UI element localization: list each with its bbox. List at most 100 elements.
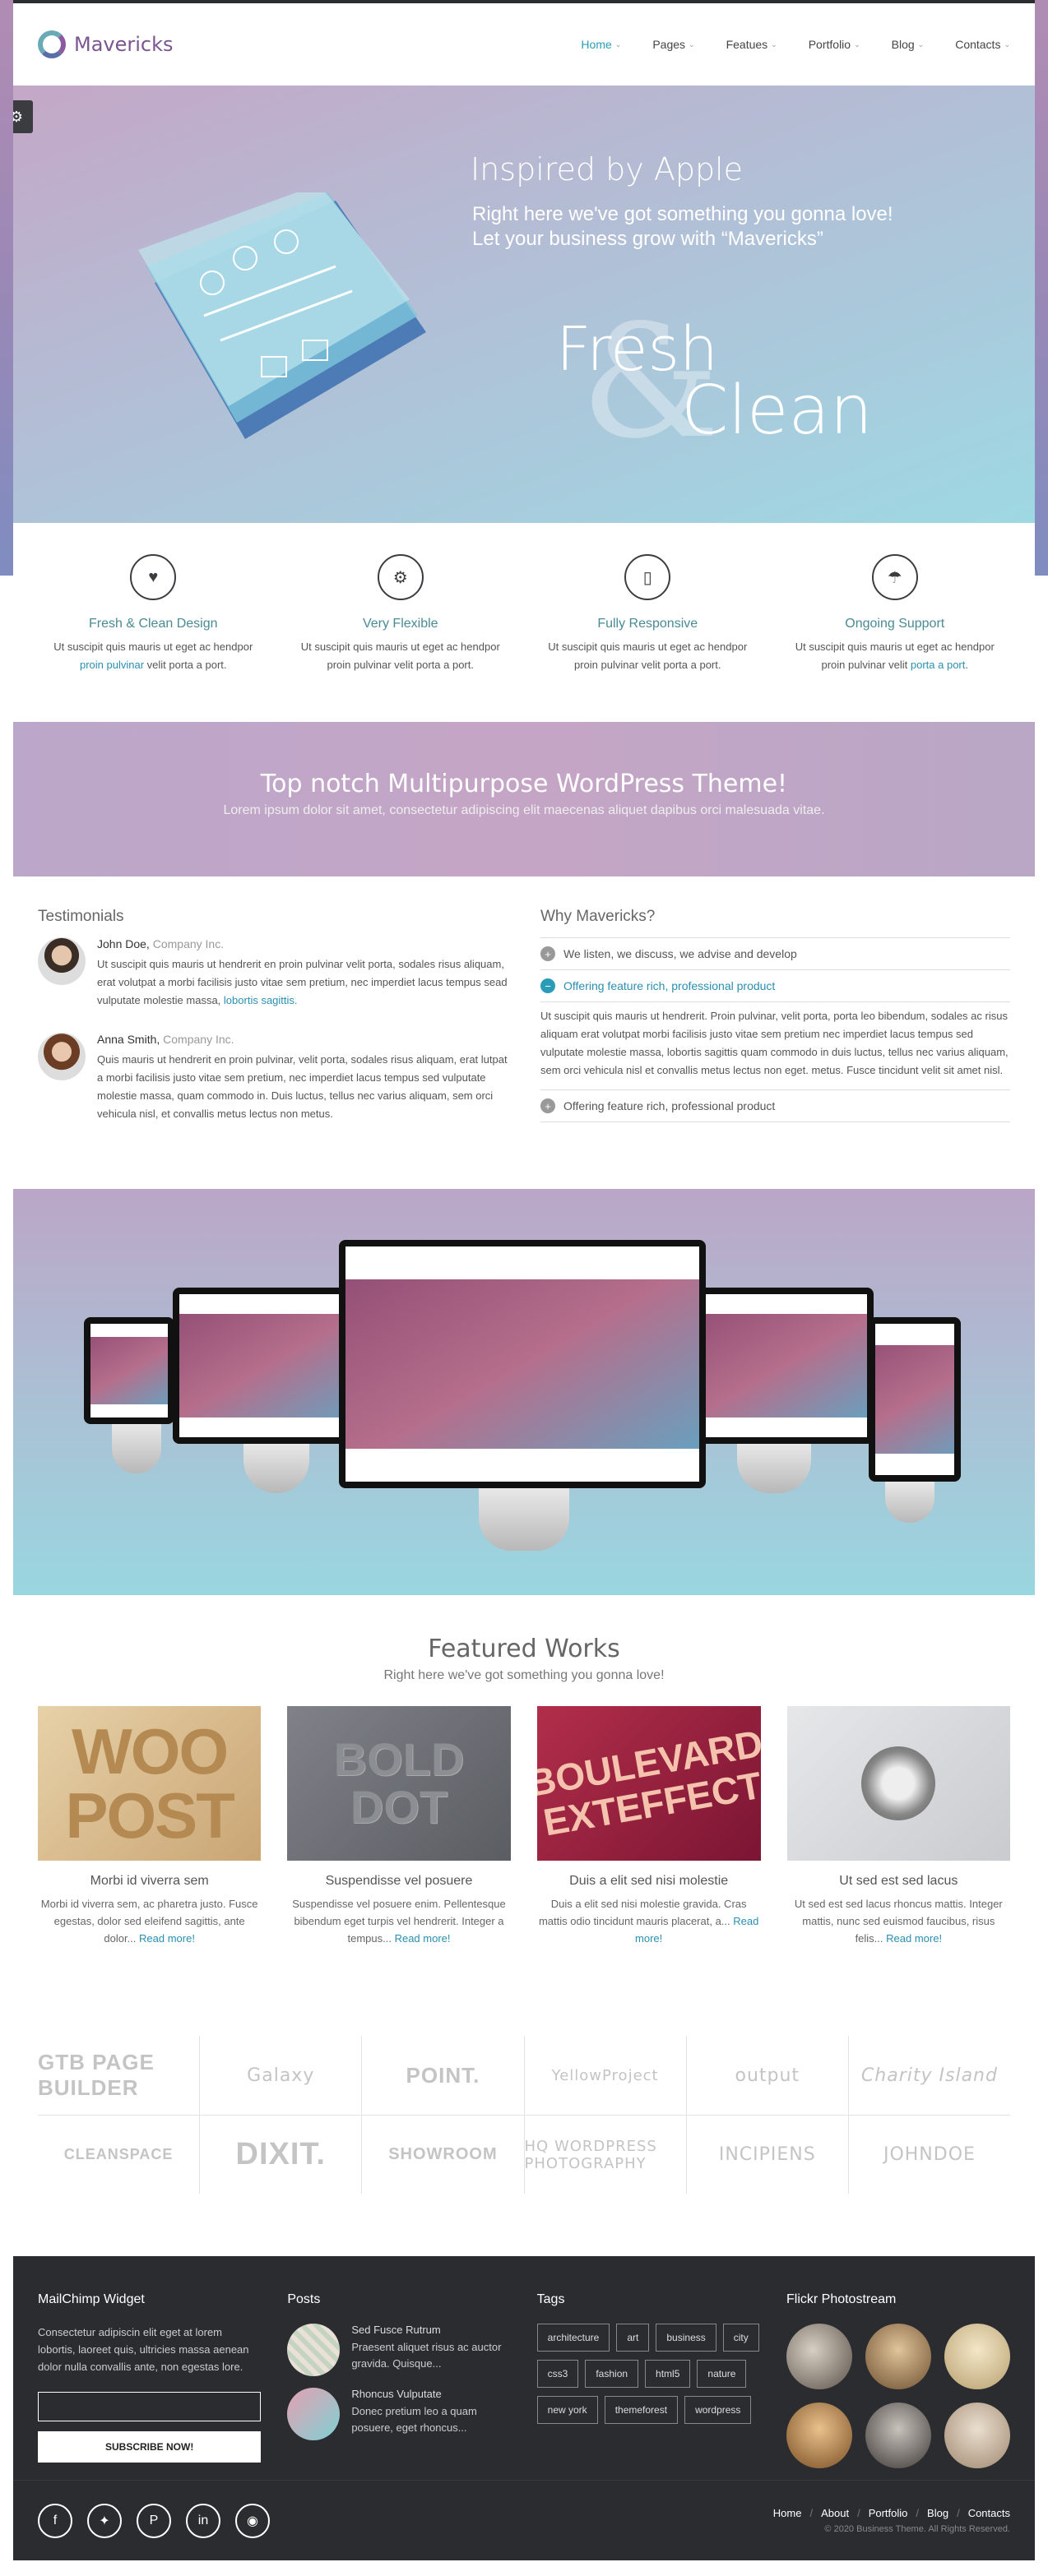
footer-nav: Home / About / Portfolio / Blog / Contacts	[773, 2507, 1010, 2519]
client-logo[interactable]: GTB PAGE BUILDER	[38, 2036, 199, 2115]
nav-item-contacts[interactable]: Contacts ⌄	[955, 38, 1010, 51]
post-title[interactable]: Rhoncus Vulputate	[351, 2388, 510, 2400]
accordion-item[interactable]: + We listen, we discuss, we advise and de…	[540, 937, 1010, 969]
screen-header	[179, 1294, 355, 1315]
device-monitor-main	[339, 1240, 706, 1488]
client-logo[interactable]: Charity Island	[847, 2036, 1010, 2115]
feature-link[interactable]: porta a port	[911, 659, 966, 671]
subscribe-button[interactable]: SUBSCRIBE NOW!	[38, 2431, 262, 2463]
flickr-photo[interactable]	[865, 2403, 931, 2468]
logo[interactable]: Mavericks	[38, 30, 174, 58]
post-title[interactable]: Sed Fusce Rutrum	[351, 2324, 510, 2336]
device-monitor	[869, 1317, 961, 1482]
tag[interactable]: html5	[645, 2360, 691, 2388]
linkedin-icon[interactable]: in	[186, 2503, 220, 2538]
why-mavericks: Why Mavericks? + We listen, we discuss, w…	[540, 908, 1010, 1189]
flickr-photo[interactable]	[865, 2324, 931, 2389]
accordion-item-open[interactable]: − Offering feature rich, professional pro…	[540, 969, 1010, 1001]
work-thumbnail[interactable]	[786, 1706, 1010, 1861]
post-thumbnail	[287, 2324, 341, 2376]
tag[interactable]: city	[722, 2324, 759, 2352]
widget-title: Tags	[536, 2292, 565, 2306]
footer-link-about[interactable]: About	[821, 2507, 849, 2519]
tag[interactable]: fashion	[585, 2360, 639, 2388]
flickr-icon[interactable]: ◉	[235, 2503, 270, 2538]
copyright: © 2020 Business Theme. All Rights Reserv…	[824, 2524, 1010, 2534]
flickr-photo[interactable]	[786, 2403, 852, 2468]
work-title[interactable]: Morbi id viverra sem	[38, 1874, 261, 1889]
client-logo[interactable]: output	[685, 2036, 848, 2115]
twitter-icon[interactable]: ✦	[87, 2503, 122, 2538]
work-item: BOLD DOT Suspendisse vel posuere Suspend…	[287, 1706, 511, 1947]
footer-link-contacts[interactable]: Contacts	[968, 2507, 1010, 2519]
widget-title: MailChimp Widget	[38, 2292, 145, 2306]
feature-link[interactable]: proin pulvinar	[80, 659, 144, 671]
tag[interactable]: wordpress	[684, 2396, 752, 2424]
screen-footer	[90, 1404, 168, 1417]
facebook-icon[interactable]: f	[38, 2503, 72, 2538]
work-thumbnail[interactable]: BOLD DOT	[287, 1706, 511, 1861]
client-logo[interactable]: DIXIT.	[199, 2116, 361, 2194]
thumbnail-art-text: BOLD DOT	[333, 1733, 465, 1833]
pinterest-icon[interactable]: P	[137, 2503, 171, 2538]
client-logo[interactable]: YellowProject	[523, 2036, 686, 2115]
chevron-down-icon: ⌄	[771, 39, 777, 49]
footer-link-blog[interactable]: Blog	[927, 2507, 948, 2519]
nav-item-pages[interactable]: Pages ⌄	[652, 38, 694, 51]
nav-item-portfolio[interactable]: Portfolio ⌄	[809, 38, 860, 51]
tag[interactable]: business	[656, 2324, 716, 2352]
client-logo[interactable]: CLEANSPACE	[38, 2116, 199, 2194]
client-logo[interactable]: JOHNDOE	[847, 2116, 1010, 2194]
feature-title: Fresh & Clean Design	[88, 617, 218, 631]
flickr-photo[interactable]	[944, 2324, 1010, 2389]
post-item[interactable]: Sed Fusce Rutrum Praesent aliquet risus a…	[287, 2324, 510, 2376]
logo-text: Mavericks	[74, 33, 174, 56]
accordion-item[interactable]: + Offering feature rich, professional pro…	[540, 1089, 1010, 1122]
nav-item-home[interactable]: Home ⌄	[581, 38, 621, 51]
work-title[interactable]: Duis a elit sed nisi molestie	[537, 1874, 761, 1889]
client-logo[interactable]: SHOWROOM	[361, 2116, 523, 2194]
tags-widget: Tags architecture art business city css3…	[536, 2292, 760, 2468]
client-logo[interactable]: Galaxy	[199, 2036, 361, 2115]
feature-item: ⚙ Very Flexible Ut suscipit quis mauris …	[298, 554, 503, 722]
read-more-link[interactable]: Read more!	[139, 1932, 195, 1945]
work-title[interactable]: Suspendisse vel posuere	[287, 1874, 510, 1889]
nav-label: Contacts	[955, 38, 1001, 51]
client-logo[interactable]: HQ WORDPRESS PHOTOGRAPHY	[523, 2116, 686, 2194]
post-item[interactable]: Rhoncus Vulputate Donec pretium leo a qua…	[287, 2388, 510, 2440]
testimonial-text: Ut suscipit quis mauris ut hendrerit en …	[97, 955, 508, 1010]
footer-link-portfolio[interactable]: Portfolio	[869, 2507, 908, 2519]
read-more-link[interactable]: Read more!	[395, 1932, 451, 1945]
screen-header	[90, 1324, 168, 1337]
client-row: CLEANSPACE DIXIT. SHOWROOM HQ WORDPRESS …	[38, 2115, 1010, 2194]
email-field[interactable]	[38, 2392, 262, 2421]
settings-gear-icon[interactable]: ⚙	[13, 100, 33, 133]
tag[interactable]: css3	[536, 2360, 579, 2388]
testimonial-item: John Doe, Company Inc. Ut suscipit quis …	[38, 937, 508, 1010]
chevron-down-icon: ⌄	[614, 39, 622, 49]
tag[interactable]: art	[616, 2324, 650, 2352]
flickr-photo[interactable]	[786, 2324, 852, 2389]
footer-link-home[interactable]: Home	[773, 2507, 802, 2519]
feature-text: Ut suscipit quis mauris ut eget ac hendp…	[300, 641, 500, 671]
client-logo[interactable]: INCIPIENS	[685, 2116, 848, 2194]
work-text: Morbi id viverra sem, ac pharetra justo.…	[38, 1895, 261, 1947]
tag[interactable]: architecture	[536, 2324, 610, 2352]
work-thumbnail[interactable]: BOULEVARD EXTEFFECT	[536, 1706, 761, 1861]
testimonial-link[interactable]: lobortis sagittis.	[224, 994, 298, 1006]
nav-item-blog[interactable]: Blog ⌄	[892, 38, 925, 51]
flickr-photo[interactable]	[944, 2403, 1010, 2468]
hero-title: Inspired by Apple	[471, 151, 743, 187]
screen-footer	[179, 1417, 355, 1437]
tag[interactable]: new york	[536, 2396, 598, 2424]
work-title[interactable]: Ut sed est sed lacus	[787, 1874, 1010, 1889]
works-grid: WOO POST Morbi id viverra sem Morbi id v…	[13, 1683, 1035, 1947]
nav-item-featues[interactable]: Featues ⌄	[726, 38, 777, 51]
client-logo[interactable]: POINT.	[361, 2036, 523, 2115]
accordion-label: Offering feature rich, professional prod…	[563, 1099, 776, 1112]
device-screen	[345, 1246, 699, 1482]
work-thumbnail[interactable]: WOO POST	[38, 1706, 262, 1861]
read-more-link[interactable]: Read more!	[886, 1932, 942, 1945]
tag[interactable]: nature	[697, 2360, 747, 2388]
tag[interactable]: themeforest	[604, 2396, 679, 2424]
